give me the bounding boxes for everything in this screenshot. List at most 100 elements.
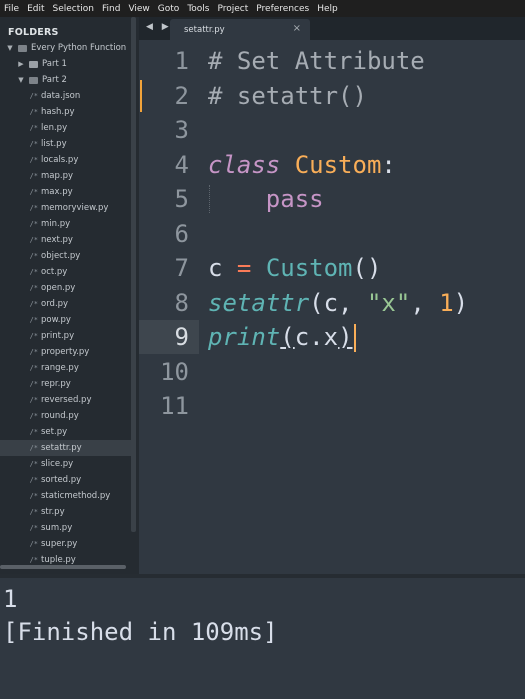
file-icon: /* bbox=[29, 396, 38, 404]
line-number: 2 bbox=[174, 81, 189, 110]
code-text: # setattr() bbox=[208, 81, 367, 110]
folder-root[interactable]: ▼ Every Python Function bbox=[0, 40, 131, 56]
file-item[interactable]: /* list.py bbox=[0, 136, 131, 152]
code-line[interactable]: 10 bbox=[139, 355, 525, 389]
sidebar-scrollbar[interactable] bbox=[131, 17, 136, 532]
file-icon: /* bbox=[29, 412, 38, 420]
folders-title: FOLDERS bbox=[8, 27, 59, 38]
menu-item-goto[interactable]: Goto bbox=[154, 4, 184, 14]
menu-item-view[interactable]: View bbox=[124, 4, 153, 14]
file-icon: /* bbox=[29, 92, 38, 100]
file-item[interactable]: /* setattr.py bbox=[0, 440, 131, 456]
file-item-label: sorted.py bbox=[41, 475, 82, 485]
file-icon: /* bbox=[29, 476, 38, 484]
menu-item-project[interactable]: Project bbox=[213, 4, 252, 14]
sidebar-horizontal-scrollbar[interactable] bbox=[0, 565, 126, 569]
folder-part-1-label: Part 1 bbox=[42, 59, 67, 69]
code-text: pass bbox=[265, 185, 324, 213]
file-item[interactable]: /* map.py bbox=[0, 168, 131, 184]
file-item[interactable]: /* reversed.py bbox=[0, 392, 131, 408]
menu-item-tools[interactable]: Tools bbox=[183, 4, 213, 14]
menu-item-selection[interactable]: Selection bbox=[49, 4, 98, 14]
file-item[interactable]: /* super.py bbox=[0, 536, 131, 552]
file-item[interactable]: /* property.py bbox=[0, 344, 131, 360]
menu-item-find[interactable]: Find bbox=[98, 4, 124, 14]
tab-setattr[interactable]: setattr.py × bbox=[170, 19, 310, 40]
file-item-label: repr.py bbox=[41, 379, 71, 389]
file-icon: /* bbox=[29, 348, 38, 356]
file-item[interactable]: /* object.py bbox=[0, 248, 131, 264]
file-item[interactable]: /* pow.py bbox=[0, 312, 131, 328]
file-item[interactable]: /* range.py bbox=[0, 360, 131, 376]
output-console: 1 [Finished in 109ms] bbox=[0, 578, 525, 699]
file-item[interactable]: /* ord.py bbox=[0, 296, 131, 312]
file-item-label: slice.py bbox=[41, 459, 74, 469]
code-line[interactable]: 2 # setattr() bbox=[139, 79, 525, 113]
file-item-label: tuple.py bbox=[41, 555, 76, 565]
file-item[interactable]: /* set.py bbox=[0, 424, 131, 440]
menu-item-preferences[interactable]: Preferences bbox=[252, 4, 313, 14]
file-item[interactable]: /* max.py bbox=[0, 184, 131, 200]
tab-nav-arrows[interactable]: ◀ ▶ bbox=[146, 22, 172, 32]
folder-part-1[interactable]: ▶ Part 1 bbox=[0, 56, 131, 72]
file-item[interactable]: /* next.py bbox=[0, 232, 131, 248]
file-icon: /* bbox=[29, 556, 38, 564]
file-item[interactable]: /* len.py bbox=[0, 120, 131, 136]
file-item[interactable]: /* memoryview.py bbox=[0, 200, 131, 216]
folder-root-label: Every Python Function bbox=[31, 43, 127, 53]
menu-item-edit[interactable]: Edit bbox=[23, 4, 48, 14]
code-line[interactable]: 8 setattr(c, "x", 1) bbox=[139, 286, 525, 320]
code-line[interactable]: 5 pass bbox=[139, 182, 525, 216]
code-line[interactable]: 11 bbox=[139, 389, 525, 423]
close-icon[interactable]: × bbox=[293, 23, 301, 34]
code-editor[interactable]: 1 # Set Attribute 2 # setattr() 3 4 class Cust… bbox=[139, 40, 525, 574]
file-item[interactable]: /* str.py bbox=[0, 504, 131, 520]
file-item[interactable]: /* hash.py bbox=[0, 104, 131, 120]
file-item[interactable]: /* print.py bbox=[0, 328, 131, 344]
file-icon: /* bbox=[29, 188, 38, 196]
folder-part-2-label: Part 2 bbox=[42, 75, 67, 85]
code-line[interactable]: 1 # Set Attribute bbox=[139, 44, 525, 78]
file-item[interactable]: /* min.py bbox=[0, 216, 131, 232]
file-item-label: memoryview.py bbox=[41, 203, 109, 213]
tab-label: setattr.py bbox=[184, 25, 225, 35]
file-item[interactable]: /* sum.py bbox=[0, 520, 131, 536]
file-item[interactable]: /* oct.py bbox=[0, 264, 131, 280]
code-line[interactable]: 3 bbox=[139, 113, 525, 147]
line-number: 8 bbox=[174, 288, 189, 317]
line-number: 7 bbox=[174, 254, 189, 282]
file-icon: /* bbox=[29, 172, 38, 180]
file-icon: /* bbox=[29, 220, 38, 228]
file-item-label: object.py bbox=[41, 251, 81, 261]
code-line[interactable]: 9 print(c.x) bbox=[139, 320, 525, 354]
file-item-label: round.py bbox=[41, 411, 79, 421]
indent-guide bbox=[209, 185, 211, 213]
folder-part-2[interactable]: ▼ Part 2 bbox=[0, 72, 131, 88]
file-item[interactable]: /* slice.py bbox=[0, 456, 131, 472]
file-item-label: oct.py bbox=[41, 267, 68, 277]
code-line[interactable]: 4 class Custom: bbox=[139, 148, 525, 182]
file-item[interactable]: /* data.json bbox=[0, 88, 131, 104]
file-item[interactable]: /* sorted.py bbox=[0, 472, 131, 488]
file-icon: /* bbox=[29, 236, 38, 244]
file-icon: /* bbox=[29, 492, 38, 500]
line-number: 3 bbox=[174, 116, 189, 144]
file-item-label: reversed.py bbox=[41, 395, 92, 405]
file-item-label: open.py bbox=[41, 283, 76, 293]
file-item-label: pow.py bbox=[41, 315, 71, 325]
folder-icon bbox=[18, 44, 27, 52]
file-item[interactable]: /* open.py bbox=[0, 280, 131, 296]
file-icon: /* bbox=[29, 268, 38, 276]
menu-item-help[interactable]: Help bbox=[313, 4, 342, 14]
code-line[interactable]: 6 bbox=[139, 217, 525, 251]
file-item-label: len.py bbox=[41, 123, 68, 133]
file-icon: /* bbox=[29, 124, 38, 132]
file-item[interactable]: /* repr.py bbox=[0, 376, 131, 392]
menu-item-file[interactable]: File bbox=[0, 4, 23, 14]
file-item[interactable]: /* staticmethod.py bbox=[0, 488, 131, 504]
file-item[interactable]: /* round.py bbox=[0, 408, 131, 424]
file-item[interactable]: /* locals.py bbox=[0, 152, 131, 168]
code-line[interactable]: 7 c = Custom() bbox=[139, 251, 525, 285]
file-icon: /* bbox=[29, 380, 38, 388]
code-text: c = Custom() bbox=[208, 254, 382, 282]
